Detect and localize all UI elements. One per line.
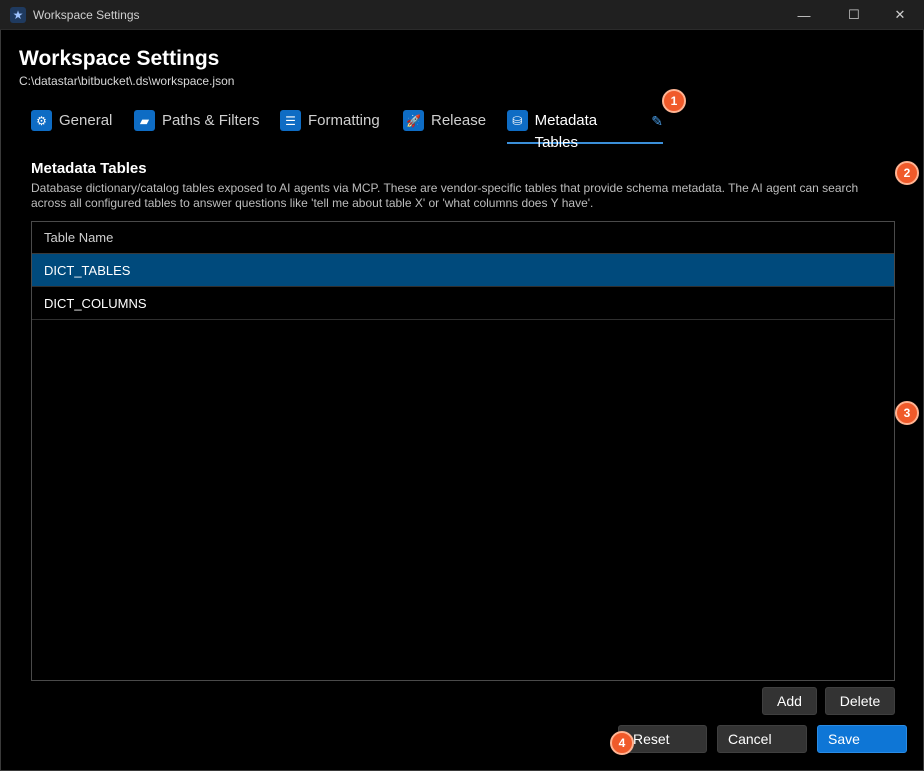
save-button[interactable]: Save (817, 725, 907, 753)
minimize-icon[interactable]: — (784, 0, 824, 30)
annotation-badge-2: 2 (895, 161, 919, 185)
tab-release[interactable]: 🚀 Release (403, 110, 486, 144)
table-row[interactable]: DICT_TABLES (32, 254, 894, 287)
list-icon: ☰ (280, 110, 301, 131)
delete-button[interactable]: Delete (825, 687, 895, 715)
annotation-badge-3: 3 (895, 401, 919, 425)
tab-general[interactable]: ⚙ General (31, 110, 112, 144)
tab-label: Paths & Filters (162, 112, 260, 129)
page-title: Workspace Settings (19, 47, 220, 70)
folder-icon: ▰ (134, 110, 155, 131)
close-icon[interactable]: ✕ (880, 0, 920, 30)
table-row[interactable]: DICT_COLUMNS (32, 287, 894, 320)
tab-label: Release (431, 112, 487, 129)
column-header-table-name[interactable]: Table Name (32, 222, 894, 254)
tab-label: Formatting (308, 112, 380, 129)
star-icon: ★ (10, 7, 26, 23)
gear-icon: ⚙ (31, 110, 52, 131)
add-button[interactable]: Add (762, 687, 817, 715)
section-description: Database dictionary/catalog tables expos… (31, 181, 859, 210)
annotation-badge-4: 4 (610, 731, 634, 755)
tab-formatting[interactable]: ☰ Formatting (280, 110, 380, 144)
metadata-tables-grid[interactable]: Table Name DICT_TABLES DICT_COLUMNS (31, 221, 895, 681)
window-title: Workspace Settings (33, 8, 140, 22)
tab-paths-filters[interactable]: ▰ Paths & Filters (134, 110, 260, 144)
rocket-icon: 🚀 (403, 110, 424, 131)
annotation-badge-1: 1 (662, 89, 686, 113)
pencil-icon: ✎ (651, 113, 663, 129)
title-bar: ★ Workspace Settings — ☐ ✕ (0, 0, 924, 30)
tab-metadata-tables[interactable]: ⛁ Metadata Tables ✎ (507, 110, 663, 151)
maximize-icon[interactable]: ☐ (834, 0, 874, 30)
tab-label: Metadata Tables (534, 112, 598, 151)
tab-label: General (59, 112, 113, 129)
section-title: Metadata Tables (31, 160, 147, 177)
database-refresh-icon: ⛁ (507, 110, 528, 131)
cancel-button[interactable]: Cancel (717, 725, 807, 753)
workspace-path: C:\datastar\bitbucket\.ds\workspace.json (19, 74, 235, 88)
